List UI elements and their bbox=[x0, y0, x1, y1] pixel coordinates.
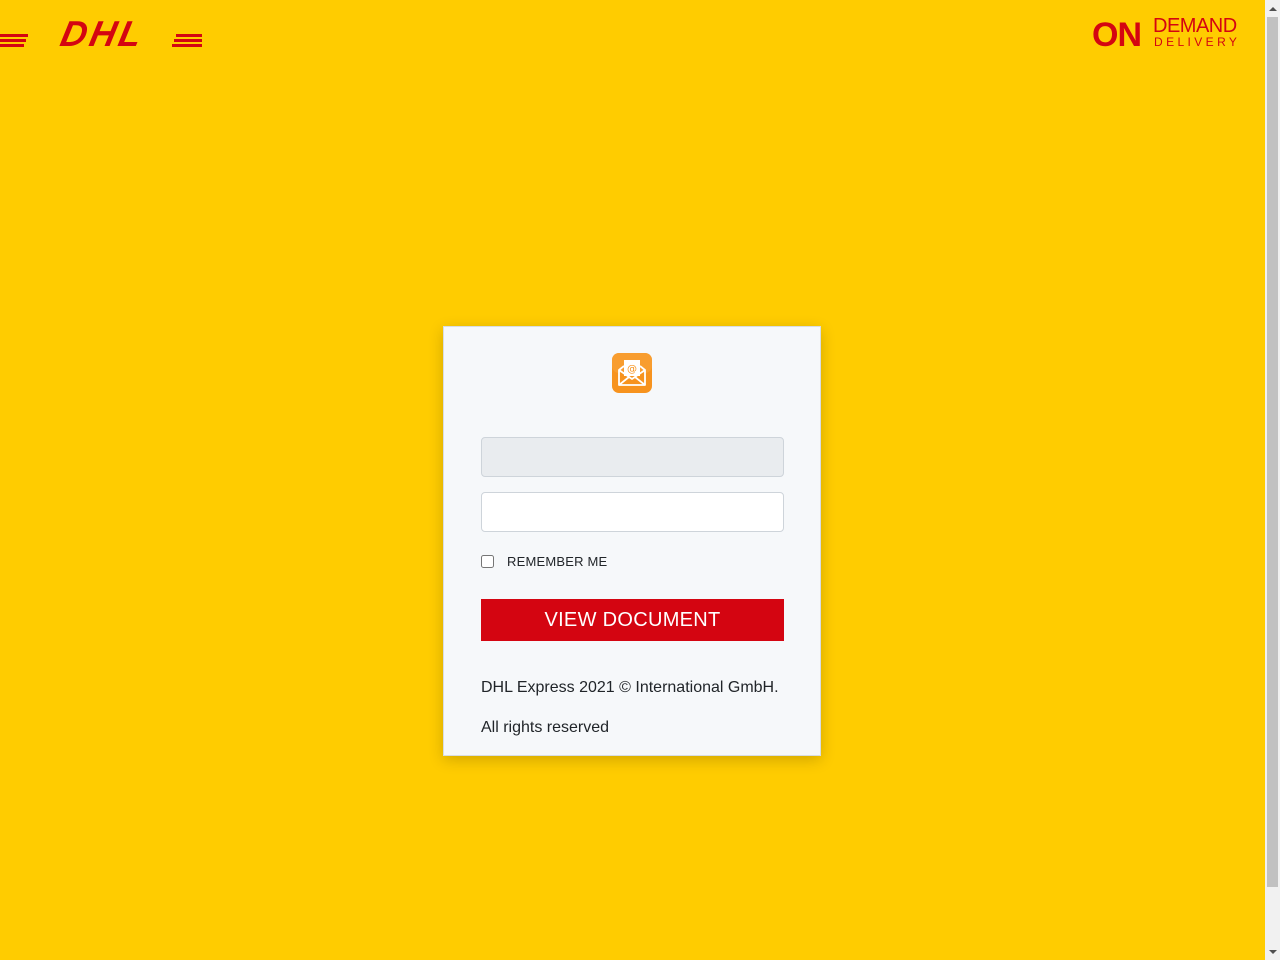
email-input[interactable] bbox=[481, 437, 784, 477]
scroll-up-arrow-icon[interactable] bbox=[1265, 0, 1280, 17]
scroll-down-arrow-icon[interactable] bbox=[1265, 943, 1280, 960]
remember-me-checkbox[interactable] bbox=[481, 554, 494, 568]
copyright-text: DHL Express 2021 © International GmbH. bbox=[481, 679, 779, 696]
remember-me-label: REMEMBER ME bbox=[507, 553, 608, 569]
password-input[interactable] bbox=[481, 492, 784, 532]
logo-delivery: DELIVERY bbox=[1154, 35, 1237, 49]
view-document-button[interactable]: VIEW DOCUMENT bbox=[481, 599, 784, 641]
dhl-logo-text: DHL bbox=[57, 14, 149, 48]
page: DHL ON DEMAND DELIVERY @ REMEMBER ME VIE… bbox=[0, 0, 1265, 960]
login-card: @ REMEMBER ME VIEW DOCUMENT DHL Express … bbox=[443, 326, 821, 756]
dhl-logo: DHL bbox=[0, 14, 202, 48]
svg-text:@: @ bbox=[627, 364, 637, 375]
remember-me[interactable]: REMEMBER ME bbox=[481, 552, 607, 570]
logo-on: ON bbox=[1092, 16, 1141, 50]
on-demand-delivery-logo: ON DEMAND DELIVERY bbox=[1092, 15, 1237, 50]
vertical-scrollbar[interactable] bbox=[1265, 0, 1280, 960]
rights-text: All rights reserved bbox=[481, 719, 610, 736]
open-envelope-at-icon: @ bbox=[612, 353, 652, 393]
logo-demand: DEMAND bbox=[1153, 15, 1237, 37]
scrollbar-thumb[interactable] bbox=[1267, 17, 1278, 887]
